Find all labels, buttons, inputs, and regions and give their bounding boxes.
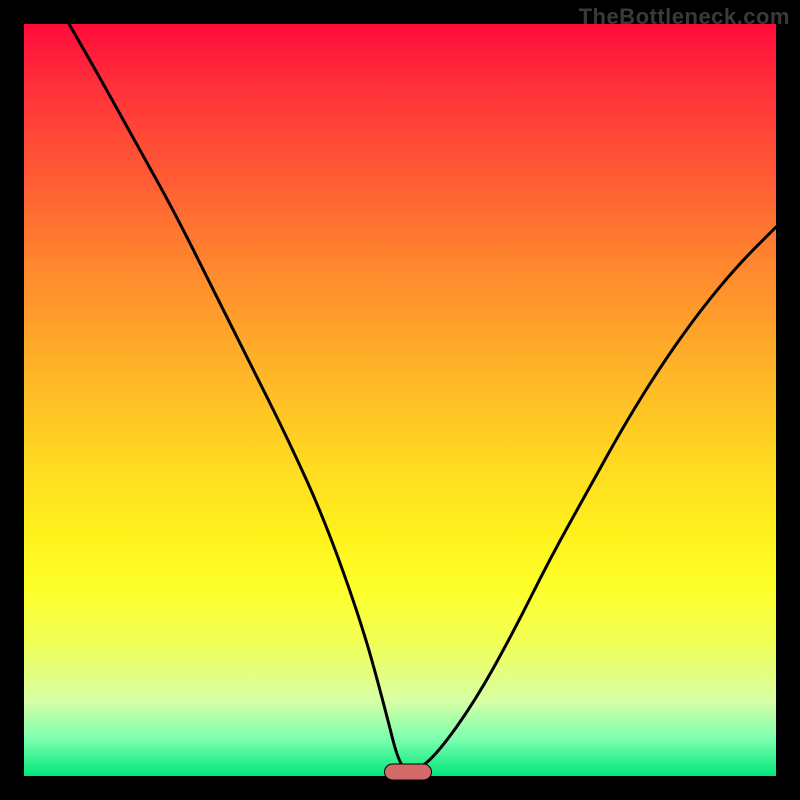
watermark-label: TheBottleneck.com [579,4,790,30]
sweet-spot-marker [384,764,432,781]
bottleneck-curve-path [69,24,776,771]
plot-area [24,24,776,776]
bottleneck-curve [24,24,776,776]
chart-frame: TheBottleneck.com [0,0,800,800]
